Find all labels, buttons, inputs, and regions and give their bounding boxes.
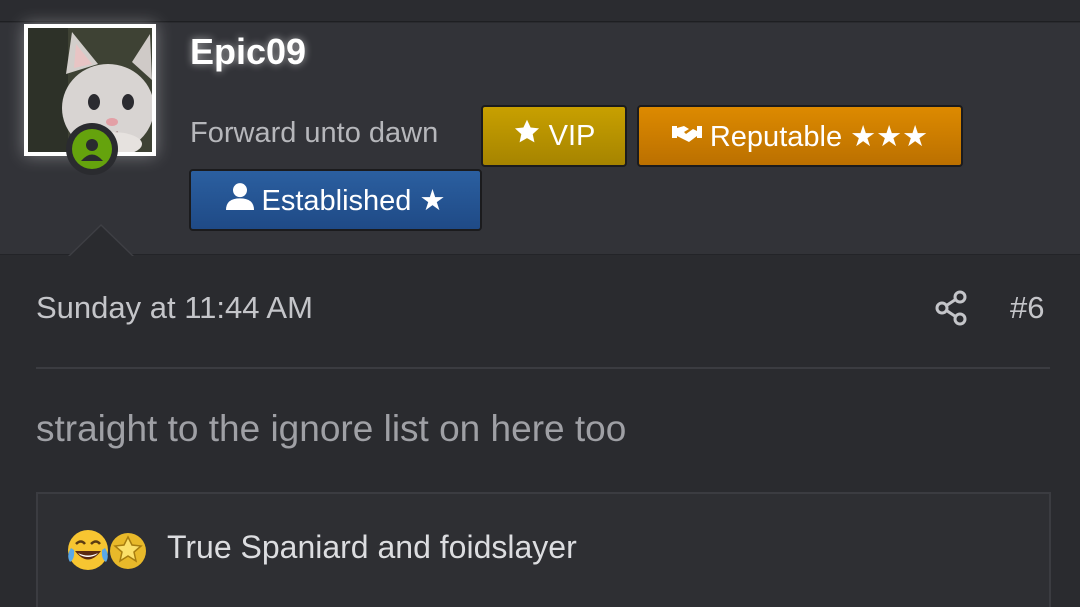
star-icon [513, 118, 541, 154]
badge-established-label: Established ★ [261, 184, 446, 217]
laughing-crying-emoji [68, 530, 108, 570]
signature-text: True Spaniard and foidslayer [167, 529, 577, 565]
badge-vip[interactable]: VIP [481, 105, 627, 167]
user-online-icon [66, 123, 118, 175]
star-struck-emoji [110, 533, 146, 569]
badge-reputable-label: Reputable ★★★ [709, 120, 929, 153]
share-icon[interactable] [934, 290, 970, 326]
post-date[interactable]: Sunday at 11:44 AM [36, 290, 313, 326]
badge-established[interactable]: Established ★ [189, 169, 482, 231]
pointer-arrow [70, 226, 132, 256]
user-icon [225, 182, 254, 218]
badge-vip-label: VIP [548, 119, 596, 152]
top-strip [0, 0, 1080, 22]
divider [36, 367, 1050, 369]
badge-reputable[interactable]: Reputable ★★★ [637, 105, 963, 167]
username[interactable]: Epic09 [190, 31, 306, 73]
handshake-icon [671, 120, 702, 153]
post-number[interactable]: #6 [1010, 290, 1044, 326]
signature-emojis [66, 528, 150, 572]
user-title: Forward unto dawn [190, 117, 439, 149]
post-message: straight to the ignore list on here too [36, 408, 627, 449]
